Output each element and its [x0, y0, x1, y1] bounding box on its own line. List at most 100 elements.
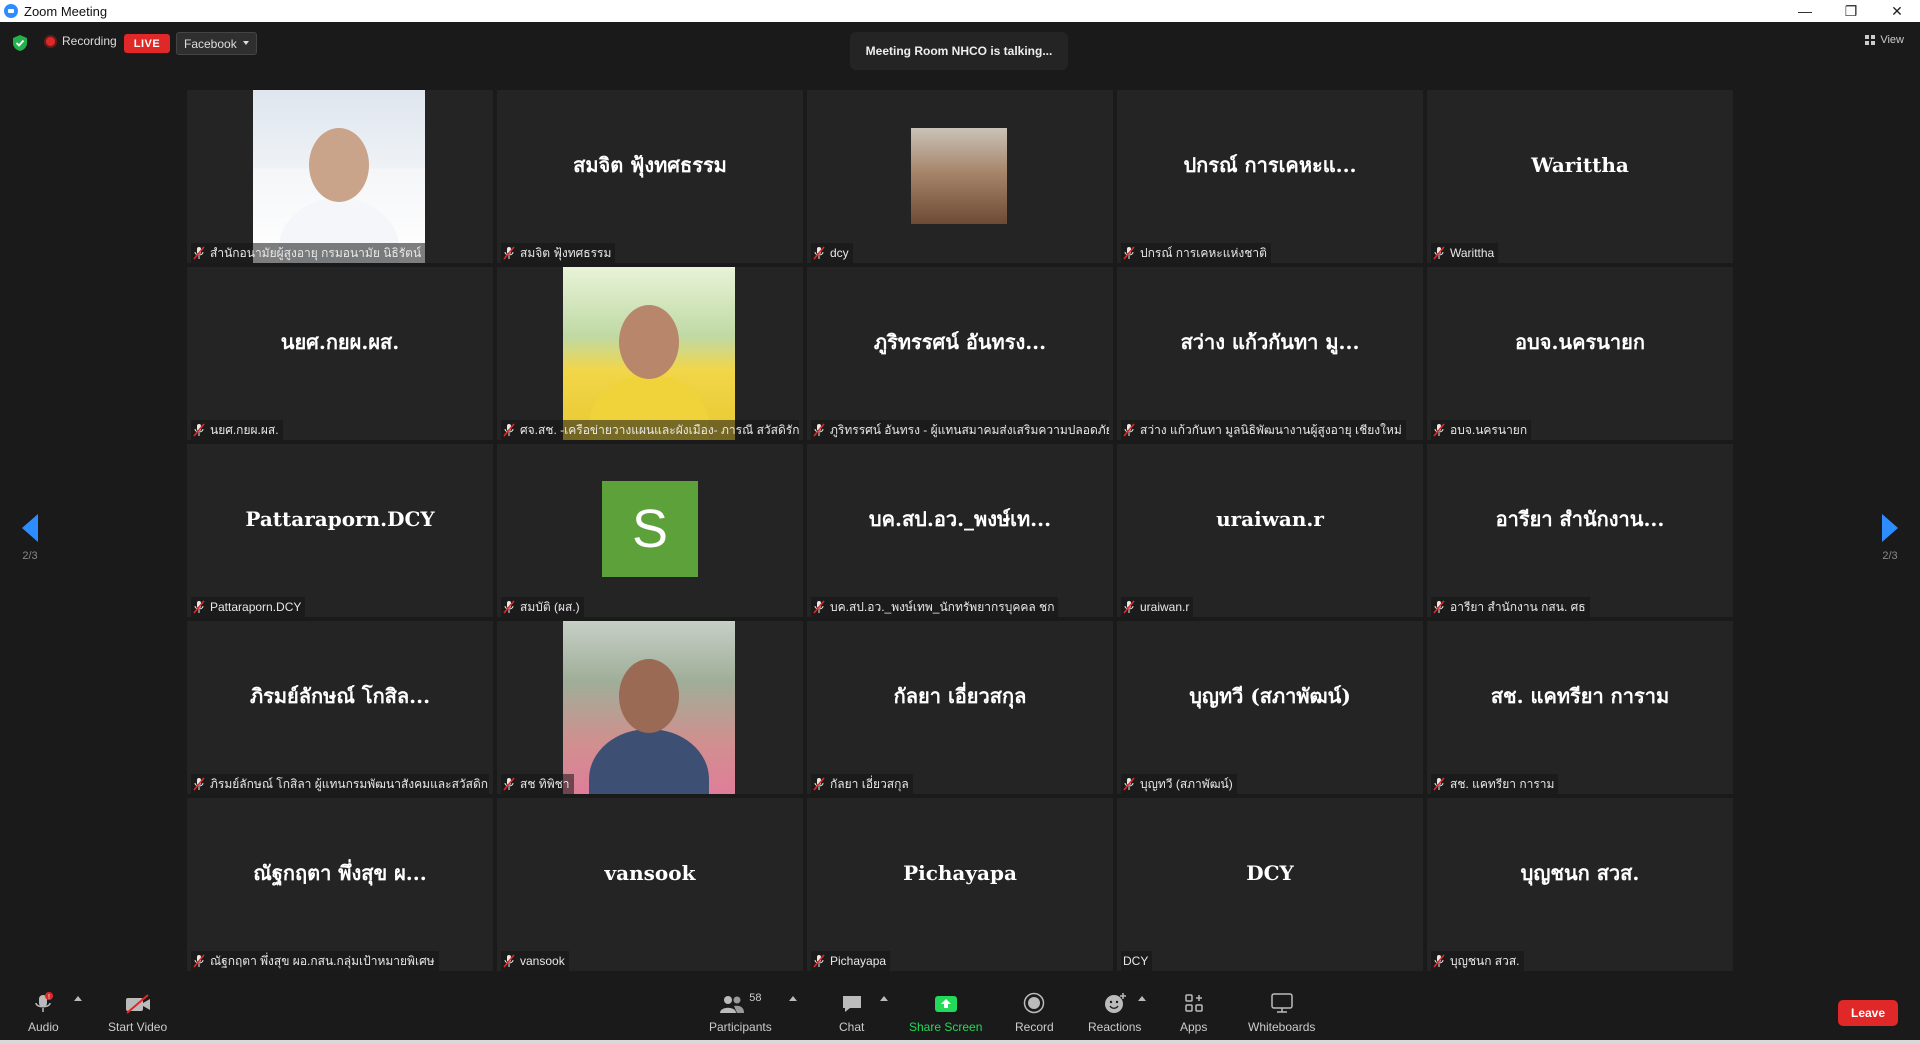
mic-muted-icon: [1433, 246, 1445, 260]
participant-tile[interactable]: ภูริทรรศน์ อันทรง... ภูริทรรศน์ อันทรง - …: [807, 267, 1113, 440]
restore-button[interactable]: ❐: [1828, 0, 1874, 22]
participant-name-label: uraiwan.r: [1121, 597, 1194, 617]
participant-tile[interactable]: บค.สป.อว._พงษ์เท... บค.สป.อว._พงษ์เทพ_นัก…: [807, 444, 1113, 617]
participant-display-name: Pattaraporn.DCY: [245, 506, 435, 531]
participants-button[interactable]: 58 Participants: [709, 992, 772, 1034]
participant-name-text: อบจ.นครนายก: [1450, 422, 1528, 437]
previous-page-button[interactable]: 2/3: [16, 514, 44, 562]
share-screen-icon: [934, 996, 957, 1012]
mic-muted-icon: [813, 600, 825, 614]
participant-name-label: สช. แคทรียา การาม: [1431, 774, 1559, 794]
audio-button[interactable]: ! Audio: [28, 992, 59, 1034]
participant-display-name: บค.สป.อว._พงษ์เท...: [868, 506, 1052, 531]
recording-indicator[interactable]: Recording: [44, 34, 117, 48]
participant-tile[interactable]: สช. แคทรียา การาม สช. แคทรียา การาม: [1427, 621, 1733, 794]
participant-tile[interactable]: Pattaraporn.DCY Pattaraporn.DCY: [187, 444, 493, 617]
chat-options-caret[interactable]: [880, 996, 888, 1001]
participant-name-label: บค.สป.อว._พงษ์เทพ_นักทรัพยากรบุคคล ชก: [811, 597, 1059, 617]
participant-tile[interactable]: Pichayapa Pichayapa: [807, 798, 1113, 971]
person-silhouette: [619, 305, 679, 379]
zoom-logo-icon: [4, 4, 18, 18]
window-title: Zoom Meeting: [24, 3, 108, 19]
reactions-options-caret[interactable]: [1138, 996, 1146, 1001]
participants-options-caret[interactable]: [789, 996, 797, 1001]
live-badge[interactable]: LIVE: [124, 34, 170, 53]
start-video-button[interactable]: Start Video: [108, 992, 167, 1034]
participant-display-name: uraiwan.r: [1216, 506, 1324, 531]
participant-tile[interactable]: vansook vansook: [497, 798, 803, 971]
whiteboards-button[interactable]: Whiteboards: [1248, 992, 1315, 1034]
participants-label: Participants: [709, 1020, 772, 1034]
participant-video: [563, 621, 735, 794]
participant-display-name: vansook: [604, 860, 696, 885]
participant-name-label: ภูริทรรศน์ อันทรง - ผู้แทนสมาคมส่งเสริมค…: [811, 420, 1109, 440]
stream-target-dropdown[interactable]: Facebook: [176, 32, 257, 55]
mic-muted-icon: [503, 600, 515, 614]
participant-display-name: กัลยา เอี่ยวสกุล: [893, 683, 1027, 708]
participant-tile[interactable]: ณัฐกฤตา พึ่งสุข ผ... ณัฐกฤตา พึ่งสุข ผอ.ก…: [187, 798, 493, 971]
participant-tile[interactable]: สำนักอนามัยผู้สูงอายุ กรมอนามัย นิธิรัตน…: [187, 90, 493, 263]
participant-name-label: สมบัติ (ผส.): [501, 597, 584, 617]
whiteboard-icon: [1270, 993, 1293, 1013]
participant-display-name: สว่าง แก้วกันทา มู...: [1180, 329, 1360, 354]
participant-tile[interactable]: Warittha Warittha: [1427, 90, 1733, 263]
participant-tile[interactable]: สช ทิพิชา: [497, 621, 803, 794]
start-video-label: Start Video: [108, 1020, 168, 1034]
page-indicator-left: 2/3: [22, 550, 38, 562]
recording-label: Recording: [62, 34, 117, 48]
view-button[interactable]: View: [1865, 34, 1904, 46]
page-indicator-right: 2/3: [1882, 550, 1898, 562]
next-page-button[interactable]: 2/3: [1876, 514, 1904, 562]
participant-name-label: ปกรณ์ การเคหะแห่งชาติ: [1121, 243, 1271, 263]
participant-tile[interactable]: บุญทวี (สภาพัฒน์) บุญทวี (สภาพัฒน์): [1117, 621, 1423, 794]
person-body: [589, 729, 709, 794]
minimize-button[interactable]: —: [1782, 0, 1828, 22]
participant-tile[interactable]: อารียา สำนักงาน... อารียา สำนักงาน กสน. ศ…: [1427, 444, 1733, 617]
participant-tile[interactable]: uraiwan.r uraiwan.r: [1117, 444, 1423, 617]
arrow-right-icon: [1882, 514, 1898, 542]
participant-tile[interactable]: กัลยา เอี่ยวสกุล กัลยา เอี่ยวสกุล: [807, 621, 1113, 794]
participant-name-text: ภิรมย์ลักษณ์ โกสิลา ผู้แทนกรมพัฒนาสังคมแ…: [210, 776, 489, 791]
participant-name-label: นยศ.กยผ.ผส.: [191, 420, 283, 440]
participants-icon: [720, 996, 745, 1013]
leave-button[interactable]: Leave: [1838, 1000, 1898, 1026]
audio-options-caret[interactable]: [74, 996, 82, 1001]
share-screen-button[interactable]: Share Screen: [909, 992, 982, 1034]
participant-tile[interactable]: DCY DCY: [1117, 798, 1423, 971]
apps-button[interactable]: Apps: [1180, 992, 1207, 1034]
svg-text:!: !: [48, 994, 50, 1001]
participant-tile[interactable]: นยศ.กยผ.ผส. นยศ.กยผ.ผส.: [187, 267, 493, 440]
chat-button[interactable]: Chat: [839, 992, 864, 1034]
participant-name-label: Warittha: [1431, 243, 1499, 263]
participant-tile[interactable]: อบจ.นครนายก อบจ.นครนายก: [1427, 267, 1733, 440]
participant-name-label: กัลยา เอี่ยวสกุล: [811, 774, 913, 794]
avatar: S: [602, 481, 698, 577]
participant-display-name: DCY: [1246, 860, 1294, 885]
record-button[interactable]: Record: [1015, 992, 1054, 1034]
reactions-button[interactable]: Reactions: [1088, 992, 1141, 1034]
participant-name-text: DCY: [1123, 954, 1149, 968]
participant-tile[interactable]: dcy: [807, 90, 1113, 263]
participant-tile[interactable]: บุญชนก สวส. บุญชนก สวส.: [1427, 798, 1733, 971]
participant-tile[interactable]: ปกรณ์ การเคหะแ... ปกรณ์ การเคหะแห่งชาติ: [1117, 90, 1423, 263]
participant-name-text: อารียา สำนักงาน กสน. ศธ: [1450, 599, 1586, 614]
participant-display-name: Pichayapa: [903, 860, 1017, 885]
participant-name-label: บุญชนก สวส.: [1431, 951, 1524, 971]
window-titlebar: Zoom Meeting — ❐ ✕: [0, 0, 1920, 22]
participant-tile[interactable]: ภิรมย์ลักษณ์ โกสิล... ภิรมย์ลักษณ์ โกสิลา…: [187, 621, 493, 794]
participant-tile[interactable]: สมจิต ฟุ้งทศธรรม สมจิต ฟุ้งทศธรรม: [497, 90, 803, 263]
participants-count: 58: [749, 992, 762, 1004]
participant-display-name: สมจิต ฟุ้งทศธรรม: [573, 152, 727, 177]
participant-display-name: อบจ.นครนายก: [1515, 329, 1645, 354]
participant-name-text: สว่าง แก้วกันทา มูลนิธิพัฒนางานผู้สูงอาย…: [1140, 422, 1402, 437]
mic-muted-icon: [1123, 777, 1135, 791]
arrow-left-icon: [22, 514, 38, 542]
participant-tile[interactable]: สว่าง แก้วกันทา มู... สว่าง แก้วกันทา มูล…: [1117, 267, 1423, 440]
close-button[interactable]: ✕: [1874, 0, 1920, 22]
participant-name-label: Pichayapa: [811, 951, 891, 971]
participant-tile[interactable]: S สมบัติ (ผส.): [497, 444, 803, 617]
participant-tile[interactable]: ศจ.สช. -เครือข่ายวางแผนและผังเมือง- ภารณ…: [497, 267, 803, 440]
participant-name-label: ณัฐกฤตา พึ่งสุข ผอ.กสน.กลุ่มเป้าหมายพิเศ…: [191, 951, 439, 971]
mic-muted-icon: [193, 423, 205, 437]
shield-icon[interactable]: [12, 34, 28, 52]
